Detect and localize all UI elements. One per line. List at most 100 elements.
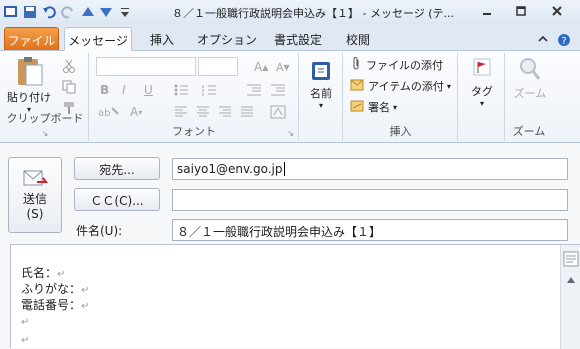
tab-options[interactable]: オプション	[192, 27, 262, 50]
shrink-font-icon[interactable]: A ▼	[276, 58, 290, 76]
tags-button[interactable]: タグ ▾	[463, 57, 501, 108]
ruler-toggle-icon[interactable]	[563, 251, 579, 270]
tags-label: タグ	[471, 85, 493, 98]
zoom-button[interactable]: ズーム	[510, 55, 550, 101]
scroll-up-icon[interactable]	[567, 273, 575, 286]
compose-header: 送信 (S) 宛先... saiyo1@env.go.jp ＣＣ(C)... 件…	[0, 143, 580, 242]
svg-text:ab: ab	[98, 108, 110, 118]
align-center-icon[interactable]	[196, 103, 210, 121]
align-right-icon[interactable]	[218, 103, 232, 121]
paragraph-mark-icon: ↵	[21, 335, 30, 346]
tab-message[interactable]: メッセージ	[64, 27, 132, 51]
flag-icon	[463, 57, 501, 83]
grow-font-icon[interactable]: A ▲	[254, 58, 268, 76]
customize-toolbar-icon[interactable]	[117, 4, 132, 19]
paste-icon	[6, 55, 52, 89]
zoom-group: ズーム ズーム	[506, 53, 552, 141]
copy-icon[interactable]	[62, 78, 76, 96]
window-title: ８／１一般職行政説明会申込み【１】 - メッセージ (テ...	[172, 7, 455, 20]
signature-button[interactable]: 署名 ▾	[350, 98, 397, 116]
maximize-icon[interactable]	[508, 2, 534, 20]
numbering-icon[interactable]	[202, 81, 224, 99]
names-button[interactable]: 名前 ▾	[302, 59, 340, 110]
subject-label: 件名(U):	[76, 224, 123, 238]
signature-icon	[350, 100, 364, 115]
to-value: saiyo1@env.go.jp	[177, 162, 283, 176]
cc-field[interactable]	[172, 189, 568, 211]
insert-group: ファイルの添付 アイテムの添付 ▾ 署名 ▾ 挿入	[344, 53, 458, 141]
envelope-icon	[350, 79, 364, 94]
save-icon[interactable]	[22, 4, 37, 19]
paragraph-mark-icon: ↵	[81, 285, 90, 296]
tags-group: タグ ▾	[459, 53, 505, 141]
decrease-indent-icon[interactable]	[246, 81, 262, 99]
italic-button[interactable]: I	[122, 81, 126, 99]
increase-indent-icon[interactable]	[270, 81, 286, 99]
clipboard-group-label: クリップボード ↘	[6, 112, 84, 138]
to-field[interactable]: saiyo1@env.go.jp	[172, 158, 568, 180]
paste-button[interactable]: 貼り付け ▾	[6, 55, 52, 114]
send-button[interactable]: 送信 (S)	[8, 157, 62, 233]
highlight-icon[interactable]: ab	[98, 103, 122, 121]
names-label: 名前	[310, 87, 332, 100]
paste-label: 貼り付け	[7, 91, 51, 104]
text-style-icon[interactable]	[270, 103, 286, 121]
paperclip-icon	[350, 56, 362, 74]
help-icon[interactable]: ?	[556, 29, 572, 52]
ribbon: 貼り付け ▾ クリップボード ↘ A ▲ A ▼ B I U ab A ▾ フォ…	[0, 51, 580, 143]
address-book-icon	[302, 59, 340, 85]
justify-icon[interactable]	[240, 103, 254, 121]
svg-text:?: ?	[561, 36, 566, 47]
close-icon[interactable]	[544, 2, 570, 20]
send-mail-icon	[9, 168, 61, 190]
to-button[interactable]: 宛先...	[74, 157, 160, 180]
names-group: 名前 ▾	[300, 53, 343, 141]
zoom-button-label: ズーム	[513, 87, 547, 100]
body-line: 電話番号：↵	[21, 298, 90, 312]
undo-icon[interactable]	[41, 4, 56, 19]
font-size-combo[interactable]	[198, 57, 238, 76]
magnifier-icon	[510, 55, 550, 85]
paragraph-mark-icon: ↵	[57, 269, 66, 280]
font-name-combo[interactable]	[96, 57, 196, 76]
ribbon-tabs: ファイル メッセージ 挿入 オプション 書式設定 校閲 ?	[0, 24, 580, 51]
body-line: ↵	[21, 314, 29, 328]
paragraph-mark-icon: ↵	[81, 301, 90, 312]
minimize-icon[interactable]	[474, 2, 500, 20]
bullets-icon[interactable]	[174, 81, 196, 99]
arrow-up-icon[interactable]	[80, 4, 95, 19]
tab-format[interactable]: 書式設定	[266, 27, 330, 50]
redo-icon[interactable]	[60, 4, 75, 19]
font-group-label: フォント	[172, 125, 216, 138]
send-label: 送信	[22, 192, 47, 206]
attach-item-button[interactable]: アイテムの添付 ▾	[350, 77, 451, 95]
dialog-launcher-icon[interactable]: ↘	[42, 129, 49, 138]
font-group: A ▲ A ▼ B I U ab A ▾ フォント ↘	[90, 53, 299, 141]
zoom-group-label: ズーム	[512, 125, 546, 138]
cc-button[interactable]: ＣＣ(C)...	[74, 188, 160, 211]
outlook-app-icon[interactable]	[3, 4, 18, 19]
attach-file-button[interactable]: ファイルの添付	[350, 56, 443, 74]
cut-icon[interactable]	[62, 57, 76, 75]
align-left-icon[interactable]	[174, 103, 188, 121]
font-dialog-launcher-icon[interactable]: ↘	[287, 129, 294, 138]
title-bar: ８／１一般職行政説明会申込み【１】 - メッセージ (テ...	[0, 0, 580, 24]
clipboard-group: 貼り付け ▾ クリップボード ↘	[2, 53, 89, 141]
message-body[interactable]: 氏名：↵ ふりがな：↵ 電話番号：↵ ↵ ↵	[10, 244, 580, 349]
insert-group-label: 挿入	[389, 125, 412, 138]
send-shortcut: (S)	[26, 207, 44, 221]
paragraph-mark-icon: ↵	[21, 317, 30, 328]
tab-insert[interactable]: 挿入	[142, 27, 182, 50]
tab-review[interactable]: 校閲	[338, 27, 378, 50]
body-line: ふりがな：↵	[21, 282, 90, 296]
tab-file[interactable]: ファイル	[4, 27, 59, 50]
arrow-down-icon[interactable]	[98, 4, 113, 19]
font-color-icon[interactable]: A ▾	[130, 103, 142, 121]
vertical-scrollbar[interactable]	[560, 245, 580, 349]
bold-button[interactable]: B	[100, 81, 109, 99]
subject-field[interactable]: ８／１一般職行政説明会申込み【１】	[172, 219, 568, 241]
underline-button[interactable]: U	[144, 81, 153, 99]
collapse-ribbon-icon[interactable]	[536, 29, 550, 52]
body-line: ↵	[21, 332, 29, 346]
body-line: 氏名：↵	[21, 266, 66, 280]
